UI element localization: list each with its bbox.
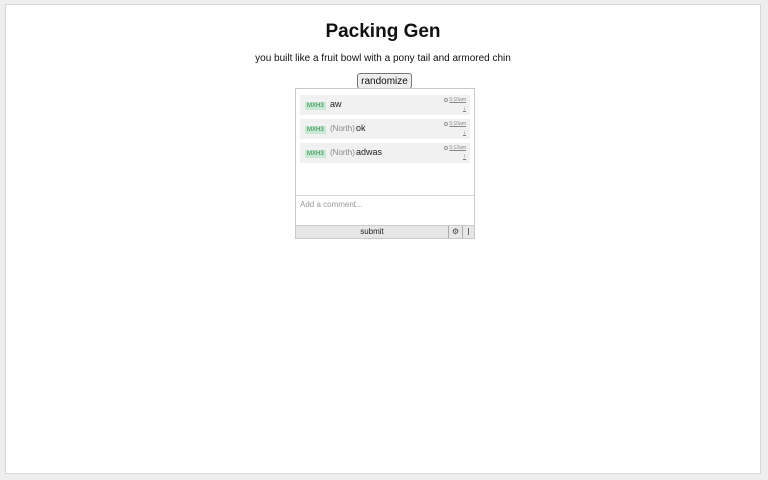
comment-input[interactable] xyxy=(296,196,474,225)
vote-up-icon[interactable]: ↑ xyxy=(463,154,466,160)
comment-text: ok xyxy=(356,123,366,133)
submit-button[interactable]: submit xyxy=(296,226,448,238)
comment-time-text: 5:10am xyxy=(449,97,466,103)
gear-icon[interactable]: ⚙ xyxy=(448,226,462,238)
page-frame: Packing Gen you built like a fruit bowl … xyxy=(5,4,761,474)
page-title: Packing Gen xyxy=(325,21,441,42)
user-badge[interactable]: MXH3 xyxy=(305,150,326,158)
menu-icon[interactable] xyxy=(462,226,474,238)
comment-text: aw xyxy=(330,99,342,109)
comment-time-text: 5:12am xyxy=(449,145,466,151)
comment-region: (North) xyxy=(330,124,355,133)
comment-timestamp[interactable]: 5:10am xyxy=(444,97,466,103)
user-badge[interactable]: MXH3 xyxy=(305,102,326,110)
randomize-button[interactable]: randomize xyxy=(357,73,412,89)
comment-text: adwas xyxy=(356,147,383,157)
generated-description: you built like a fruit bowl with a pony … xyxy=(255,53,511,64)
comment-action-bar: submit ⚙ xyxy=(296,225,474,238)
comments-widget: MXH3 aw 5:10am ↓ MXH3 (North) ok 5:10am … xyxy=(295,88,475,239)
comment-item: MXH3 (North) adwas 5:12am ↑ xyxy=(300,143,470,163)
vote-down-icon[interactable]: ↓ xyxy=(463,130,466,136)
comment-item: MXH3 aw 5:10am ↓ xyxy=(300,95,470,115)
comment-time-text: 5:10am xyxy=(449,121,466,127)
comment-item: MXH3 (North) ok 5:10am ↓ xyxy=(300,119,470,139)
comment-timestamp[interactable]: 5:10am xyxy=(444,121,466,127)
comment-timestamp[interactable]: 5:12am xyxy=(444,145,466,151)
comment-region: (North) xyxy=(330,148,355,157)
vote-down-icon[interactable]: ↓ xyxy=(463,106,466,112)
clock-icon xyxy=(444,122,449,126)
user-badge[interactable]: MXH3 xyxy=(305,126,326,134)
clock-icon xyxy=(444,146,449,150)
clock-icon xyxy=(444,98,449,102)
comments-list: MXH3 aw 5:10am ↓ MXH3 (North) ok 5:10am … xyxy=(296,89,474,195)
comment-input-area xyxy=(296,195,474,225)
